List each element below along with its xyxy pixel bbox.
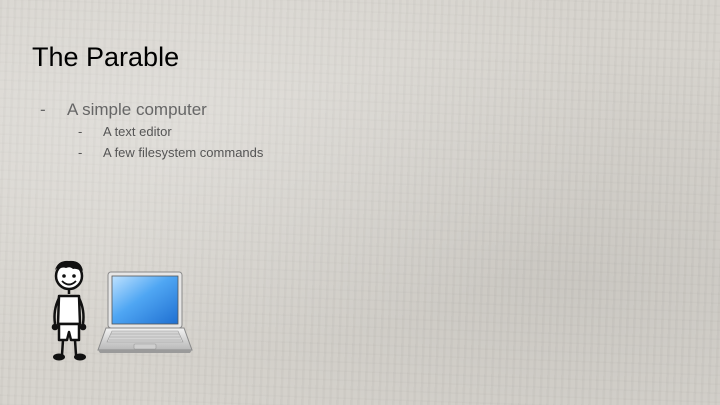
bullet-dash: - <box>78 124 83 139</box>
slide-title: The Parable <box>32 42 180 72</box>
bullet-dash: - <box>78 145 83 160</box>
bullet-item: - A simple computer - A text editor - A … <box>40 100 263 166</box>
sub-bullet-item: - A few filesystem commands <box>78 145 263 166</box>
illustration <box>46 258 196 373</box>
slide: The Parable - A simple computer - A text… <box>0 0 720 405</box>
sub-bullet-text: A few filesystem commands <box>103 145 264 160</box>
laptop-icon <box>97 271 193 353</box>
bullet-list: - A simple computer - A text editor - A … <box>40 100 263 166</box>
sub-bullet-item: - A text editor <box>78 124 263 145</box>
sub-bullet-text: A text editor <box>103 124 172 139</box>
sub-bullet-list: - A text editor - A few filesystem comma… <box>78 124 263 166</box>
bullet-dash: - <box>40 100 46 119</box>
bullet-text: A simple computer <box>67 100 207 119</box>
stick-figure-boy-icon <box>51 260 87 361</box>
